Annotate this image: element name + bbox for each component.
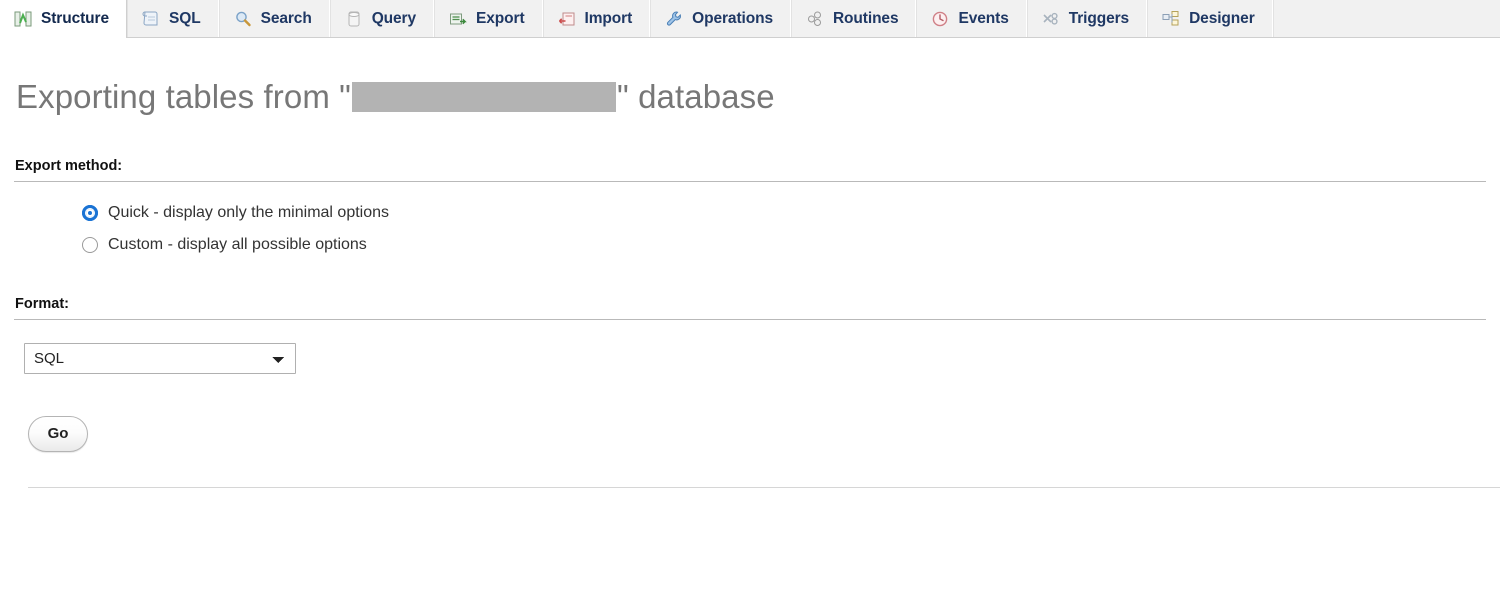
tab-query[interactable]: Query xyxy=(329,0,435,38)
structure-icon xyxy=(14,10,32,28)
tab-structure[interactable]: Structure xyxy=(0,0,128,39)
tab-search-label: Search xyxy=(260,10,312,27)
search-icon xyxy=(234,10,252,28)
bottom-divider xyxy=(28,486,1500,488)
tab-designer[interactable]: Designer xyxy=(1147,0,1273,38)
export-icon xyxy=(449,10,467,28)
sql-icon xyxy=(142,10,160,28)
format-heading: Format: xyxy=(14,296,1486,320)
export-method-radio-group: Quick - display only the minimal options… xyxy=(82,204,1486,254)
clock-icon xyxy=(931,10,949,28)
tab-events[interactable]: Events xyxy=(916,0,1027,38)
import-icon xyxy=(558,10,576,28)
radio-quick[interactable] xyxy=(82,204,98,221)
export-page-content: Exporting tables from " " database Export… xyxy=(0,78,1500,488)
tab-structure-label: Structure xyxy=(41,10,110,27)
format-select-wrap: SQL xyxy=(24,342,1486,374)
export-method-option-custom[interactable]: Custom - display all possible options xyxy=(82,236,1486,254)
triggers-icon xyxy=(1042,10,1060,28)
tab-designer-label: Designer xyxy=(1189,10,1255,27)
database-name-redacted xyxy=(352,82,616,112)
tab-export-label: Export xyxy=(476,10,525,27)
tab-search[interactable]: Search xyxy=(218,0,330,38)
export-method-section: Export method: Quick - display only the … xyxy=(14,158,1486,254)
tabbar-filler xyxy=(1272,0,1500,37)
page-title-prefix: Exporting tables from " xyxy=(16,78,351,115)
tab-routines-label: Routines xyxy=(832,10,899,27)
go-button[interactable]: Go xyxy=(28,415,88,452)
routines-icon xyxy=(806,10,824,28)
go-button-wrap: Go xyxy=(28,415,1486,452)
wrench-icon xyxy=(665,10,683,28)
tab-operations[interactable]: Operations xyxy=(650,0,791,38)
export-method-heading: Export method: xyxy=(14,158,1486,182)
tab-import-label: Import xyxy=(584,10,633,27)
tab-sql[interactable]: SQL xyxy=(127,0,219,38)
tab-query-label: Query xyxy=(371,10,417,27)
radio-custom[interactable] xyxy=(82,236,98,253)
radio-custom-label: Custom - display all possible options xyxy=(108,235,367,253)
query-icon xyxy=(345,10,363,28)
format-section: Format: SQL xyxy=(14,296,1486,374)
tab-export[interactable]: Export xyxy=(434,0,543,38)
designer-icon xyxy=(1162,10,1180,28)
format-select[interactable]: SQL xyxy=(24,342,296,374)
tab-import[interactable]: Import xyxy=(542,0,651,38)
main-tabbar: Structure SQL Search Query Export Import… xyxy=(0,0,1500,39)
tab-triggers[interactable]: Triggers xyxy=(1026,0,1148,38)
page-title: Exporting tables from " " database xyxy=(16,78,1486,116)
tab-sql-label: SQL xyxy=(169,10,201,27)
tab-operations-label: Operations xyxy=(692,10,773,27)
tab-events-label: Events xyxy=(958,10,1009,27)
radio-quick-label: Quick - display only the minimal options xyxy=(108,203,390,221)
export-method-option-quick[interactable]: Quick - display only the minimal options xyxy=(82,204,1486,222)
page-title-suffix: " database xyxy=(617,78,775,115)
tab-triggers-label: Triggers xyxy=(1068,10,1130,27)
tab-routines[interactable]: Routines xyxy=(790,0,917,38)
